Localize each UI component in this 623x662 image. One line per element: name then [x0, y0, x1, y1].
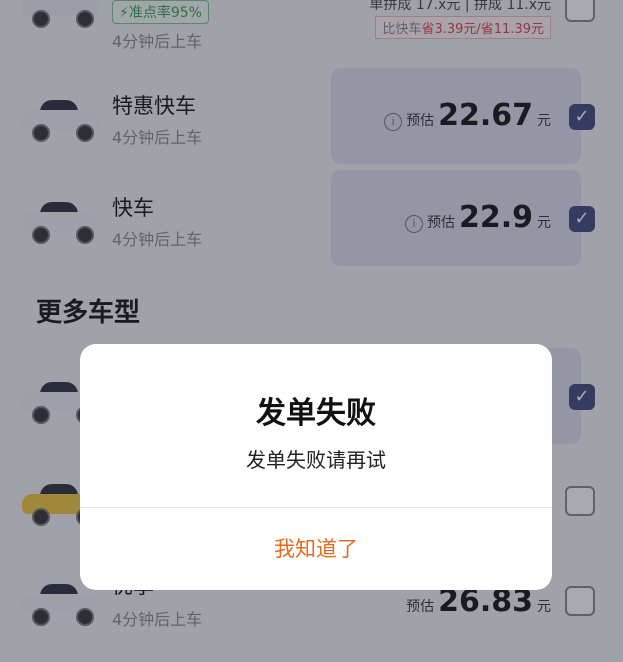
dialog-title: 发单失败 — [256, 396, 376, 431]
error-dialog: 发单失败 发单失败请再试 我知道了 — [80, 344, 552, 590]
acknowledge-button[interactable]: 我知道了 — [80, 508, 552, 590]
dialog-message: 发单失败请再试 — [246, 448, 386, 472]
